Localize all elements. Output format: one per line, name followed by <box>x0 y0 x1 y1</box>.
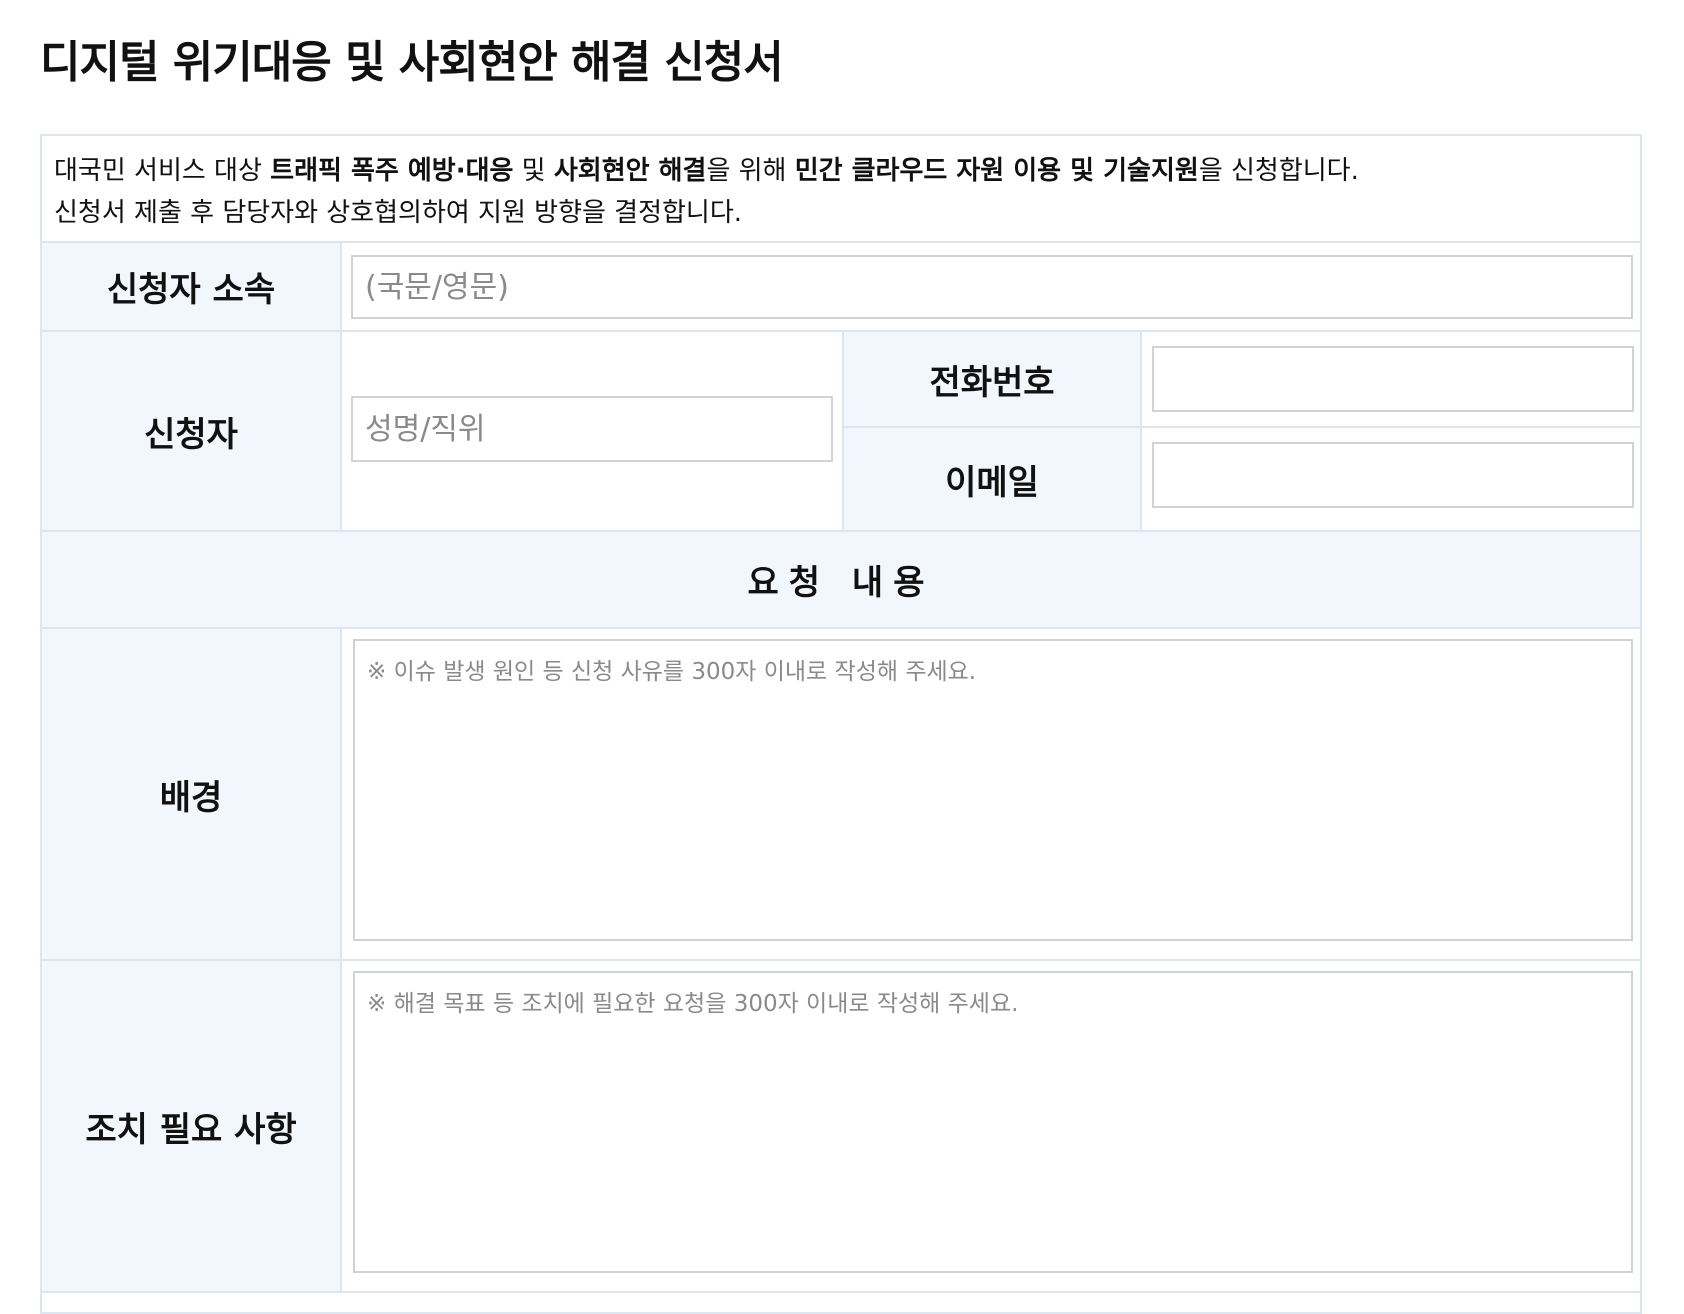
intro-segment: 을 위해 <box>706 156 795 186</box>
actions-row: 조치 필요 사항 <box>42 961 1640 1293</box>
affiliation-input[interactable] <box>351 255 1633 319</box>
email-label: 이메일 <box>842 428 1142 530</box>
intro-line-1: 대국민 서비스 대상 트래픽 폭주 예방·대응 및 사회현안 해결을 위해 민간… <box>54 150 1628 192</box>
phone-label: 전화번호 <box>842 332 1142 428</box>
intro-notice: 대국민 서비스 대상 트래픽 폭주 예방·대응 및 사회현안 해결을 위해 민간… <box>42 136 1640 243</box>
application-form: 대국민 서비스 대상 트래픽 폭주 예방·대응 및 사회현안 해결을 위해 민간… <box>40 134 1642 1314</box>
background-textarea[interactable] <box>353 639 1633 941</box>
phone-input[interactable] <box>1152 346 1634 412</box>
affiliation-label: 신청자 소속 <box>42 243 342 330</box>
intro-segment: 트래픽 폭주 예방·대응 <box>270 156 514 186</box>
intro-segment: 을 신청합니다. <box>1198 156 1359 186</box>
email-input[interactable] <box>1152 442 1634 508</box>
applicant-label: 신청자 <box>42 332 342 530</box>
page-title: 디지털 위기대응 및 사회현안 해결 신청서 <box>40 37 784 88</box>
actions-label: 조치 필요 사항 <box>42 961 342 1291</box>
intro-segment: 및 <box>513 156 554 186</box>
applicant-name-input[interactable] <box>351 396 833 462</box>
intro-segment: 사회현안 해결 <box>553 156 707 186</box>
request-section-header: 요청 내용 <box>42 532 1640 629</box>
affiliation-row: 신청자 소속 <box>42 243 1640 332</box>
background-label: 배경 <box>42 629 342 959</box>
intro-line-2: 신청서 제출 후 담당자와 상호협의하여 지원 방향을 결정합니다. <box>54 198 743 228</box>
background-row: 배경 <box>42 629 1640 961</box>
intro-segment: 대국민 서비스 대상 <box>54 156 271 186</box>
intro-segment: 민간 클라우드 자원 이용 및 기술지원 <box>794 156 1199 186</box>
applicant-row: 신청자 전화번호 이메일 <box>42 332 1642 532</box>
actions-textarea[interactable] <box>353 971 1633 1273</box>
divider <box>1142 426 1642 428</box>
